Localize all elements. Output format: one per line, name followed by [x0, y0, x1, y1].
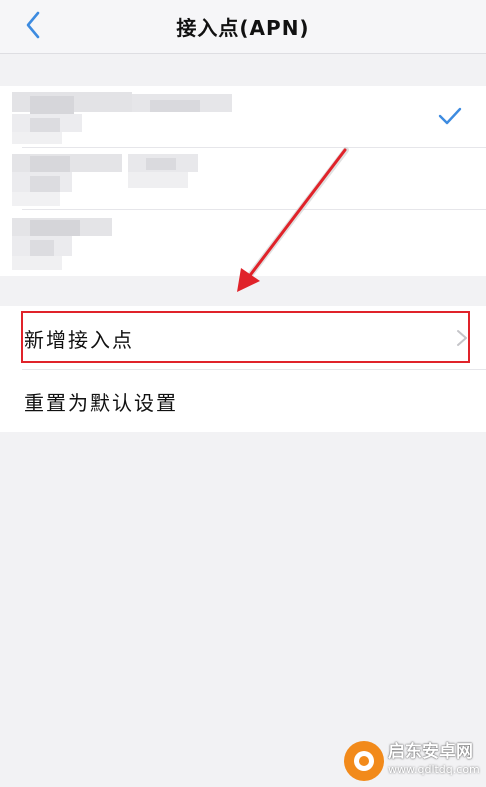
- check-icon: [438, 107, 462, 125]
- apn-item-1[interactable]: [0, 86, 486, 148]
- add-apn-row[interactable]: 新增接入点: [0, 306, 486, 370]
- chevron-right-icon: [457, 330, 467, 346]
- add-apn-label: 新增接入点: [24, 328, 134, 352]
- watermark: 启东安卓网 www.qdltdq.com: [340, 727, 486, 787]
- apn-item-3[interactable]: [0, 210, 486, 272]
- top-nav-bar: 接入点(APN): [0, 0, 486, 54]
- reset-default-label: 重置为默认设置: [24, 391, 178, 415]
- apn-list: [0, 86, 486, 276]
- watermark-title: 启东安卓网: [388, 742, 473, 762]
- apn-item-2[interactable]: [0, 148, 486, 210]
- reset-default-row[interactable]: 重置为默认设置: [0, 369, 486, 432]
- page-title: 接入点(APN): [176, 16, 310, 40]
- watermark-url: www.qdltdq.com: [388, 763, 480, 776]
- watermark-logo-icon: [344, 741, 384, 781]
- apn-actions: 新增接入点 重置为默认设置: [0, 306, 486, 432]
